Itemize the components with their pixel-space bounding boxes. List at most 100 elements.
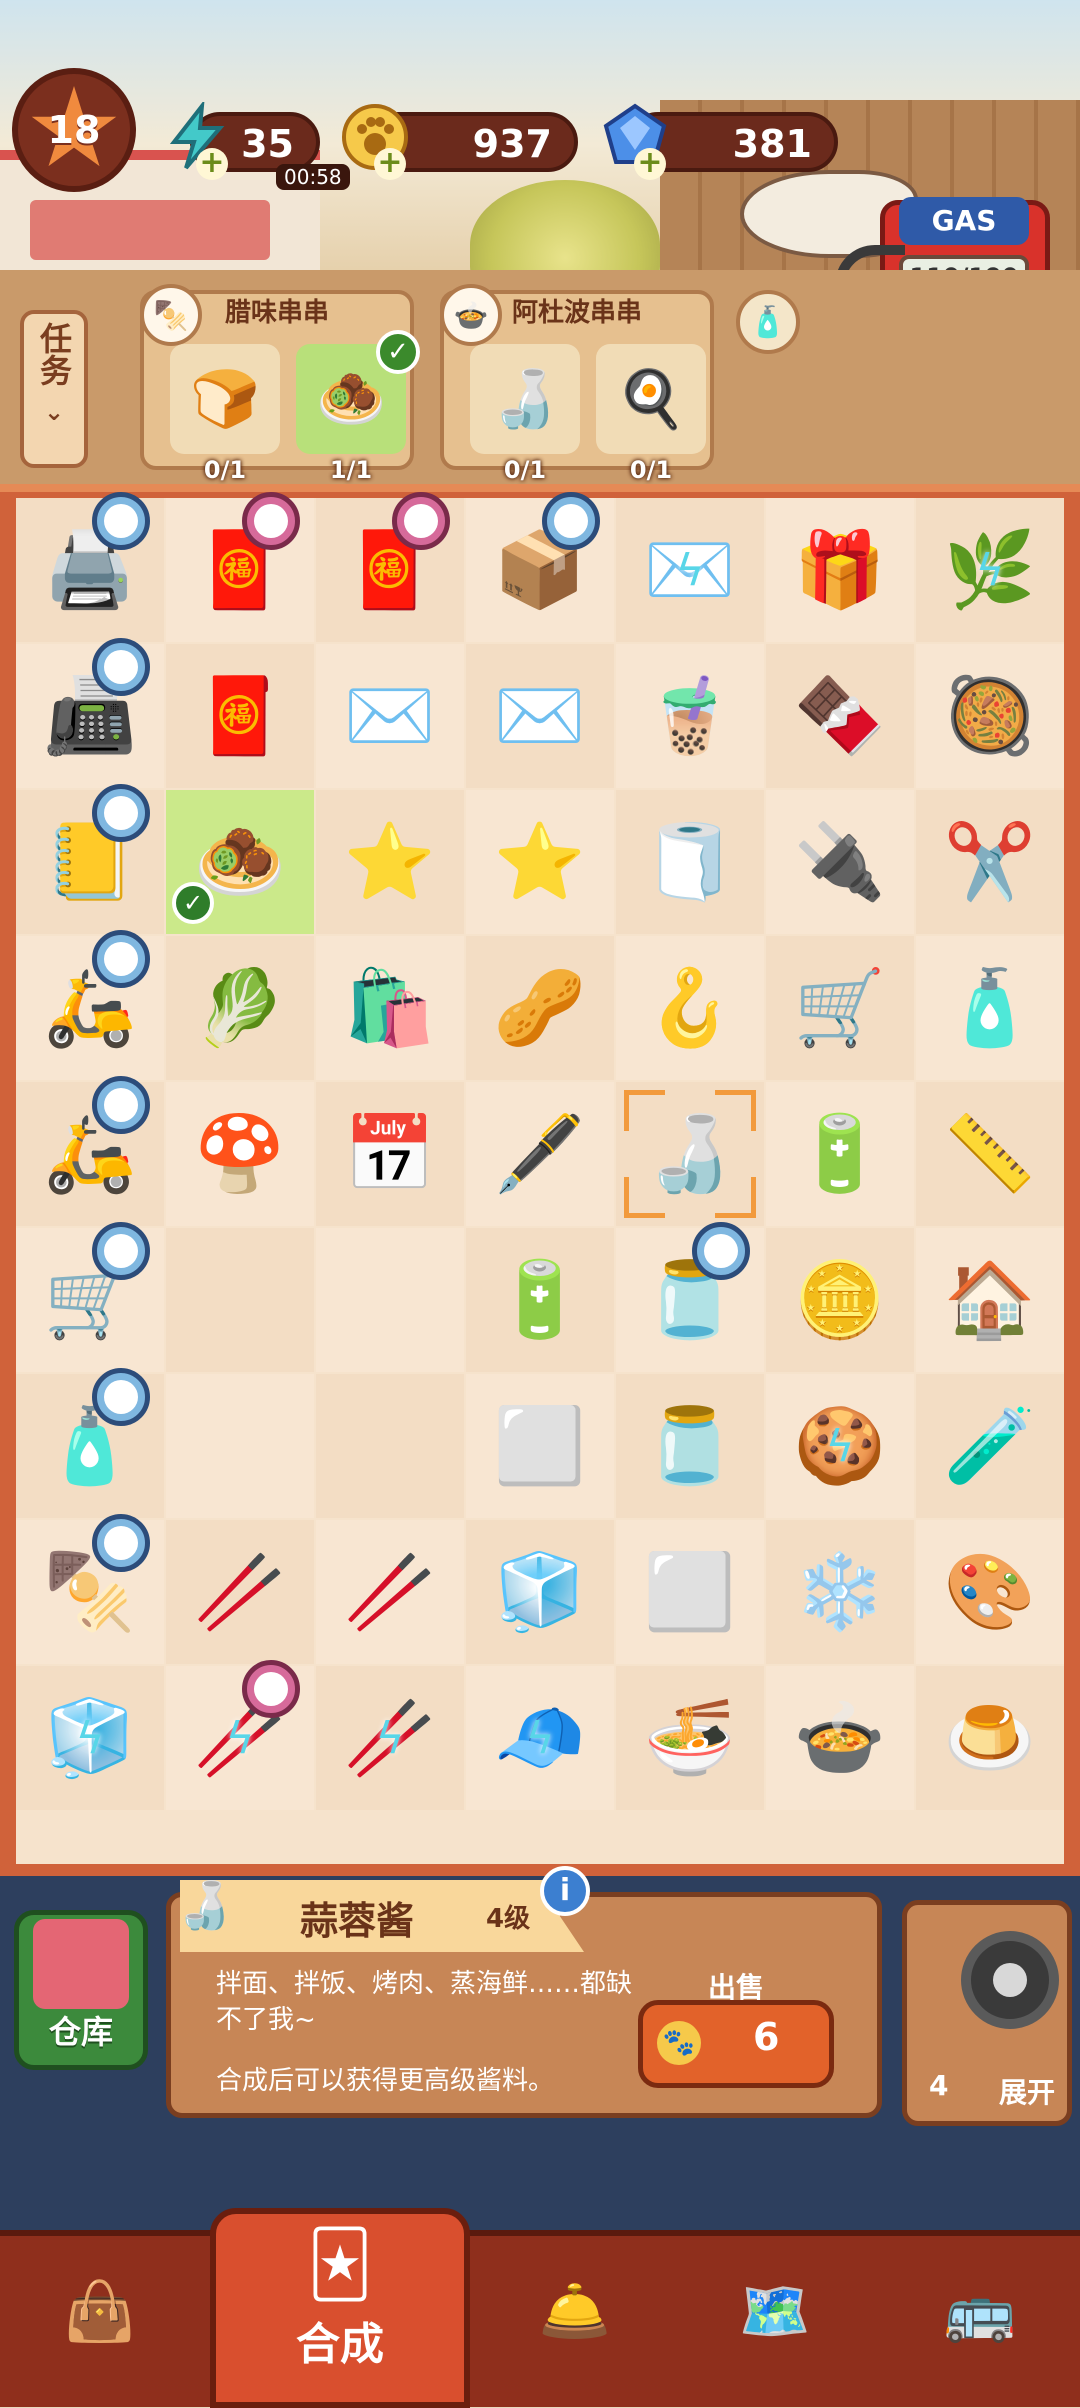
board-cell[interactable]: 🫙 — [616, 1374, 764, 1518]
board-cell[interactable]: 🏠 — [916, 1228, 1064, 1372]
board-cell[interactable]: ❄️ — [766, 1520, 914, 1664]
board-cell[interactable]: 🌿 ϟ — [916, 498, 1064, 642]
board-cell[interactable]: ✂️ — [916, 790, 1064, 934]
board-cell[interactable]: 🎁 — [766, 498, 914, 642]
gem-value: 381 — [732, 122, 812, 166]
board-cell[interactable]: 🪙 — [766, 1228, 914, 1372]
add-energy-button[interactable]: + — [196, 148, 228, 180]
sell-button[interactable]: 🐾 6 — [638, 2000, 834, 2088]
order-title: 腊味串串 — [224, 298, 329, 328]
board-cell[interactable]: ✉️ ϟ — [616, 498, 764, 642]
info-button[interactable]: i — [540, 1866, 590, 1916]
order-item-slot[interactable]: 🍳 0/1 — [596, 344, 706, 484]
merge-tab-label: 合成 — [296, 2319, 384, 2370]
board-cell[interactable]: 🥢 ϟ — [166, 1660, 314, 1810]
board-cell[interactable]: ⬜ — [616, 1520, 764, 1664]
board-cell[interactable]: 🧧 — [166, 492, 314, 642]
board-cell[interactable]: 🍜 — [616, 1666, 764, 1810]
board-cell[interactable]: 🛵 — [16, 1076, 164, 1226]
board-cell[interactable]: 🍮 — [916, 1666, 1064, 1810]
board-cell[interactable]: 🧋 — [616, 644, 764, 788]
board-cell[interactable]: 🧆 ✓ — [166, 790, 314, 934]
board-cell[interactable]: 🫙 — [616, 1222, 764, 1372]
board-cell[interactable]: 🖨️ — [16, 492, 164, 642]
storage-button[interactable]: 仓库 — [14, 1910, 148, 2070]
service-bell-icon[interactable]: 🛎️ — [505, 2256, 645, 2366]
board-cell[interactable]: 🛵 — [16, 930, 164, 1080]
order-item-slot[interactable]: 🍶 0/1 — [470, 344, 580, 484]
bottle-pin-icon[interactable]: 🧴 — [736, 290, 800, 354]
timer-icon — [92, 1076, 150, 1134]
board-cell[interactable]: 🍢 — [16, 1514, 164, 1664]
board-cell[interactable] — [316, 1228, 464, 1372]
board-cell[interactable]: ⭐ — [466, 790, 614, 934]
board-cell[interactable]: 🛍️ — [316, 936, 464, 1080]
gem-counter[interactable]: + 381 — [603, 103, 838, 180]
add-coins-button[interactable]: + — [374, 148, 406, 180]
board-cell[interactable]: 🧢 ϟ — [466, 1666, 614, 1810]
board-cell[interactable]: 🔋 — [766, 1082, 914, 1226]
board-cell[interactable]: 📏 — [916, 1082, 1064, 1226]
order-card[interactable]: 🍲 阿杜波串串 🍶 0/1 🍳 0/1 — [440, 284, 714, 484]
map-pin-icon[interactable]: 🗺️ — [705, 2256, 845, 2366]
board-cell[interactable]: 🔋 — [466, 1228, 614, 1372]
board-cell[interactable]: 🥢 ϟ — [316, 1666, 464, 1810]
board-item-icon: ❄️ — [793, 1548, 887, 1635]
order-card[interactable]: 🍢 腊味串串 🍞 0/1 🧆 ✓ 1/1 — [140, 284, 420, 484]
board-cell[interactable]: ⭐ — [316, 790, 464, 934]
board-cell[interactable]: 🍪 ϟ — [766, 1374, 914, 1518]
board-item-icon: 🧪 — [943, 1402, 1037, 1489]
board-cell[interactable]: 📒 — [16, 784, 164, 934]
board-item-icon: 🧊 — [493, 1548, 587, 1635]
board-cell[interactable]: 📦 — [466, 492, 614, 642]
board-cell[interactable]: 📠 — [16, 638, 164, 788]
board-item-icon: 🧻 — [643, 818, 737, 905]
board-cell[interactable]: 🖋️ — [466, 1082, 614, 1226]
order-item-slot[interactable]: 🍞 0/1 — [170, 344, 280, 484]
board-cell[interactable]: 🛒 — [766, 936, 914, 1080]
expand-button[interactable]: 4 展开 — [902, 1900, 1072, 2126]
board-cell[interactable] — [166, 1374, 314, 1518]
board-cell[interactable]: 🥜 — [466, 936, 614, 1080]
shop-bag-icon[interactable]: 👜 — [30, 2256, 170, 2366]
order-item-icon: 🍞 — [190, 367, 260, 432]
bottom-navigation: 👜 🃏 合成 🛎️ 🗺️ 🚌 — [0, 2126, 1080, 2408]
board-cell[interactable] — [316, 1374, 464, 1518]
board-cell[interactable]: 🧴 — [916, 936, 1064, 1080]
board-cell[interactable]: 🔌 — [766, 790, 914, 934]
merge-tab[interactable]: 🃏 合成 — [210, 2208, 470, 2408]
task-tab[interactable]: 任务 ⌄ — [20, 310, 88, 468]
board-cell[interactable]: 🪝 — [616, 936, 764, 1080]
board-cell[interactable] — [166, 1228, 314, 1372]
board-cell[interactable]: 🍶 — [616, 1082, 764, 1226]
board-cell[interactable]: 🥬 — [166, 936, 314, 1080]
board-cell[interactable]: 🧴 — [16, 1368, 164, 1518]
board-cell[interactable]: 🥢 — [316, 1520, 464, 1664]
board-cell[interactable]: 🥢 — [166, 1520, 314, 1664]
board-cell[interactable]: 🎨 — [916, 1520, 1064, 1664]
board-cell[interactable]: 🍲 — [766, 1666, 914, 1810]
board-cell[interactable]: 🧻 — [616, 790, 764, 934]
board-cell[interactable]: 🧊 — [466, 1520, 614, 1664]
add-gems-button[interactable]: + — [634, 148, 666, 180]
board-cell[interactable]: 🍫 — [766, 644, 914, 788]
bus-icon[interactable]: 🚌 — [910, 2256, 1050, 2366]
energy-value: 35 — [241, 122, 294, 166]
board-cell[interactable]: 🛒 — [16, 1222, 164, 1372]
board-cell[interactable]: 🧧 — [166, 644, 314, 788]
energy-counter[interactable]: + 35 00:58 — [169, 102, 350, 190]
board-cell[interactable]: 🧧 — [316, 492, 464, 642]
board-cell[interactable]: ✉️ — [316, 644, 464, 788]
board-cell[interactable]: 🧪 — [916, 1374, 1064, 1518]
board-cell[interactable]: 🍄 — [166, 1082, 314, 1226]
task-tab-label: 任务 — [35, 322, 73, 386]
order-item-slot[interactable]: 🧆 ✓ 1/1 — [296, 330, 420, 484]
coin-counter[interactable]: + 937 — [342, 104, 578, 180]
board-cell[interactable]: 📅 — [316, 1082, 464, 1226]
board-cell[interactable]: ⬜ — [466, 1374, 614, 1518]
order-item-count: 0/1 — [503, 456, 547, 484]
board-cell[interactable]: 🥘 — [916, 644, 1064, 788]
board-cell[interactable]: 🧊 ϟ — [16, 1666, 164, 1810]
board-cell[interactable]: ✉️ — [466, 644, 614, 788]
player-level-badge[interactable]: 18 — [12, 68, 136, 192]
